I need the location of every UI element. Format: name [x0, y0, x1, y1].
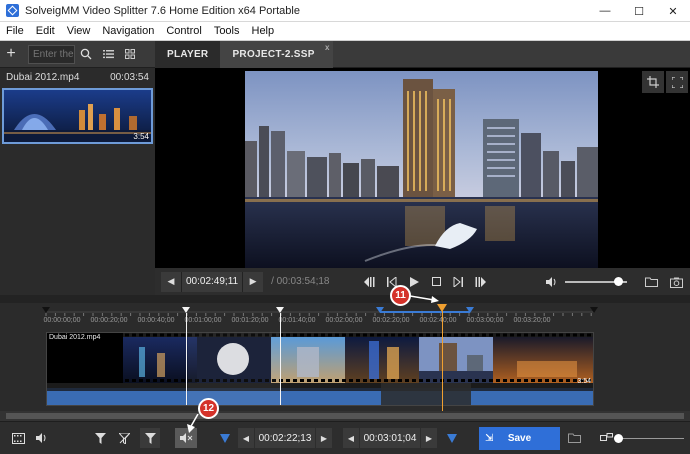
output-folder-icon[interactable] — [564, 428, 584, 448]
next-fragment-icon[interactable] — [469, 271, 491, 293]
tick-label: 00:02:00;00 — [325, 317, 363, 324]
marker-in-time-field[interactable]: 00:02:22;13 — [255, 428, 315, 448]
time-back-button[interactable]: ◀ — [161, 271, 181, 292]
audio-track-icon[interactable] — [32, 428, 52, 448]
tick-label: 00:02:40;00 — [419, 317, 457, 324]
video-track[interactable]: Dubai 2012.mp4 3:54 — [46, 332, 594, 406]
tab-project[interactable]: PROJECT-2.SSP x — [220, 41, 333, 68]
title-bar: SolveigMM Video Splitter 7.6 Home Editio… — [0, 0, 690, 22]
menu-edit[interactable]: Edit — [30, 25, 61, 37]
file-name: Dubai 2012.mp4 — [6, 72, 80, 83]
tick-label: 00:02:20;00 — [372, 317, 410, 324]
marker-in-forward-button[interactable]: ▶ — [316, 428, 332, 448]
window-title: SolveigMM Video Splitter 7.6 Home Editio… — [25, 4, 300, 17]
track-label: Dubai 2012.mp4 — [49, 334, 101, 341]
callout-badge: 11 — [390, 285, 411, 306]
save-icon: ⇲ — [485, 433, 494, 444]
zoom-slider-knob[interactable] — [614, 434, 623, 443]
tick-label: 00:03:20;00 — [513, 317, 551, 324]
callout-arrow — [410, 295, 439, 303]
marker-in-back-button[interactable]: ◀ — [238, 428, 254, 448]
tick-label: 00:00:40;00 — [137, 317, 175, 324]
menu-help[interactable]: Help — [246, 25, 281, 37]
timeline-ruler[interactable]: 00:00:00;00 00:00:20;00 00:00:40;00 00:0… — [0, 303, 690, 333]
tab-player[interactable]: PLAYER — [155, 41, 221, 68]
callout-arrow — [187, 414, 199, 433]
save-button-label: Save — [507, 433, 532, 444]
volume-icon[interactable] — [541, 271, 563, 293]
marker-out-back-button[interactable]: ◀ — [343, 428, 359, 448]
video-frame — [245, 71, 598, 268]
panel-divider[interactable] — [0, 295, 690, 303]
tick-label: 00:00:00;00 — [43, 317, 81, 324]
time-forward-button[interactable]: ▶ — [243, 271, 264, 292]
fragment-start-line[interactable] — [186, 313, 187, 405]
save-button[interactable]: ⇲ Save — [479, 427, 560, 450]
volume-slider-knob[interactable] — [613, 277, 623, 286]
tick-label: 00:01:20;00 — [231, 317, 269, 324]
film-strip-icon[interactable] — [8, 428, 28, 448]
marker-out-time-field[interactable]: 00:03:01;04 — [360, 428, 420, 448]
tick-label: 00:03:00;00 — [466, 317, 504, 324]
timeline-scrollbar[interactable] — [0, 411, 690, 421]
library-toolbar: + — [0, 41, 155, 68]
menu-control[interactable]: Control — [160, 25, 207, 37]
timeline-panel[interactable]: 00:00:00;00 00:00:20;00 00:00:40;00 00:0… — [0, 303, 690, 411]
minimize-button[interactable]: — — [588, 0, 622, 22]
stop-icon[interactable] — [425, 271, 447, 293]
grid-view-icon[interactable] — [119, 43, 141, 65]
media-library-panel: + Dubai 2012.mp4 00:03:54 — [0, 41, 155, 295]
menu-bar: File Edit View Navigation Control Tools … — [0, 22, 690, 41]
video-player[interactable] — [155, 68, 690, 268]
search-icon[interactable] — [75, 43, 97, 65]
list-view-icon[interactable] — [97, 43, 119, 65]
tab-project-label: PROJECT-2.SSP — [232, 49, 315, 60]
tab-close-icon[interactable]: x — [325, 43, 330, 52]
tab-player-label: PLAYER — [167, 49, 209, 60]
current-time-field[interactable]: 00:02:49;11 — [181, 271, 244, 292]
menu-view[interactable]: View — [61, 25, 97, 37]
tick-label: 00:01:40;00 — [278, 317, 316, 324]
zoom-slider-track[interactable] — [620, 438, 684, 439]
step-forward-icon[interactable] — [447, 271, 469, 293]
maximize-button[interactable]: ☐ — [622, 0, 656, 22]
scrollbar-thumb[interactable] — [6, 413, 684, 419]
video-tools — [640, 71, 688, 93]
window-controls: — ☐ ✕ — [588, 0, 690, 22]
add-file-button[interactable]: + — [0, 45, 22, 63]
fragment-end-line[interactable] — [280, 313, 281, 405]
library-search-input[interactable] — [28, 44, 75, 64]
zoom-icon[interactable] — [597, 428, 615, 448]
file-duration: 00:03:54 — [110, 72, 149, 83]
close-button[interactable]: ✕ — [656, 0, 690, 22]
file-info-row[interactable]: Dubai 2012.mp4 00:03:54 — [0, 68, 155, 87]
marker-out-icon[interactable] — [443, 428, 461, 448]
marker-in-icon[interactable] — [216, 428, 234, 448]
playhead-line[interactable] — [442, 311, 443, 411]
track-end-time: 3:54 — [577, 378, 591, 385]
editor-tabs: PLAYER PROJECT-2.SSP x — [155, 41, 690, 68]
filter-marker-icon[interactable] — [90, 428, 110, 448]
app-icon — [6, 4, 19, 17]
tick-label: 00:01:00;00 — [184, 317, 222, 324]
crop-icon[interactable] — [642, 71, 664, 93]
thumbnail-duration: 3:54 — [133, 132, 149, 141]
tick-label: 00:00:20;00 — [90, 317, 128, 324]
total-time: / 00:03:54;18 — [271, 276, 330, 287]
fullscreen-icon[interactable] — [666, 71, 688, 93]
menu-navigation[interactable]: Navigation — [96, 25, 160, 37]
menu-file[interactable]: File — [0, 25, 30, 37]
snapshot-icon[interactable] — [665, 271, 687, 293]
open-folder-icon[interactable] — [640, 271, 662, 293]
menu-tools[interactable]: Tools — [208, 25, 246, 37]
file-thumbnail[interactable]: 3:54 — [2, 88, 153, 144]
invert-markers-icon[interactable] — [140, 428, 160, 448]
marker-out-forward-button[interactable]: ▶ — [421, 428, 437, 448]
cut-marker-icon[interactable] — [114, 428, 134, 448]
bottom-toolbar: ◀ 00:02:22;13 ▶ ◀ 00:03:01;04 ▶ ⇲ Save — [0, 421, 690, 454]
callout-badge: 12 — [198, 398, 219, 419]
app-window: SolveigMM Video Splitter 7.6 Home Editio… — [0, 0, 690, 454]
prev-fragment-icon[interactable] — [359, 271, 381, 293]
